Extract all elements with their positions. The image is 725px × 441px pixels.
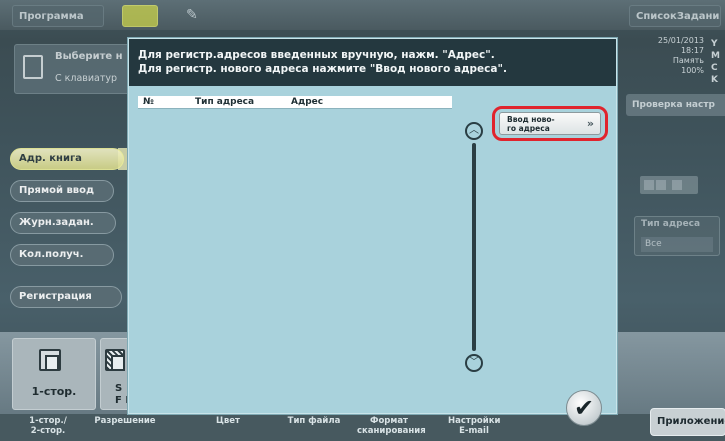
pencil-icon[interactable]: ✎ xyxy=(180,4,202,28)
program-tab[interactable]: Программа xyxy=(12,5,104,27)
top-bar: Программа ✎ СписокЗадания xyxy=(0,0,725,30)
new-address-dialog: Для регистр.адресов введенных вручную, н… xyxy=(128,38,617,414)
job-list-tab[interactable]: СписокЗадания xyxy=(629,5,721,27)
column-address-type: Тип адреса xyxy=(195,97,255,107)
tab-direct-input[interactable]: Прямой ввод xyxy=(10,180,114,202)
color-setting[interactable]: Цвет xyxy=(208,416,248,426)
double-chevron-right-icon: » xyxy=(586,117,594,130)
address-type-filter[interactable]: Тип адреса Все xyxy=(634,216,720,256)
dialog-message: Для регистр.адресов введенных вручную, н… xyxy=(129,39,616,86)
tab-address-book[interactable]: Адр. книга xyxy=(10,148,124,170)
column-number: № xyxy=(143,97,154,107)
simplex-tile[interactable]: 1-стор. xyxy=(12,338,96,410)
address-table-header: № Тип адреса Адрес xyxy=(138,96,452,109)
grid-view-icon xyxy=(644,180,654,190)
new-address-label: Ввод ново- го адреса xyxy=(507,115,555,133)
scroll-down-icon[interactable]: ﹀ xyxy=(465,354,483,372)
dialog-message-line-1: Для регистр.адресов введенных вручную, н… xyxy=(138,49,495,61)
simplex-label: 1-стор. xyxy=(31,385,77,398)
scroll-up-icon[interactable]: ︿ xyxy=(465,122,483,140)
toner-indicator: Y M C K xyxy=(711,38,720,86)
resolution-setting[interactable]: Разрешение xyxy=(92,416,158,426)
screen-header: Выберите н С клавиатур xyxy=(14,44,132,94)
column-address: Адрес xyxy=(291,97,324,107)
check-icon[interactable]: ✔ xyxy=(566,390,602,426)
file-type-setting[interactable]: Тип файла xyxy=(284,416,344,426)
mfp-screen: Программа ✎ СписокЗадания Выберите н С к… xyxy=(0,0,725,441)
applications-button[interactable]: Приложение xyxy=(650,408,725,436)
tab-recipient-count[interactable]: Кол.получ. xyxy=(10,244,114,266)
settings-bar: 1-стор./ 2-стор. Разрешение Цвет Тип фай… xyxy=(0,414,725,441)
resolution-icon xyxy=(105,349,125,371)
address-type-select[interactable]: Все xyxy=(641,237,713,252)
new-address-button[interactable]: Ввод ново- го адреса » xyxy=(499,112,601,135)
check-settings-button[interactable]: Проверка настр xyxy=(626,94,725,116)
prompt-text: Выберите н xyxy=(55,51,123,62)
document-icon[interactable] xyxy=(122,5,158,27)
dialog-message-line-2: Для регистр. нового адреса нажмите "Ввод… xyxy=(138,63,507,75)
source-text: С клавиатур xyxy=(55,73,118,84)
grid-view-icon xyxy=(656,180,666,190)
memory-value: 100% xyxy=(681,66,704,75)
view-toggle[interactable] xyxy=(640,176,698,194)
memory-label: Память xyxy=(672,56,704,65)
tab-job-log[interactable]: Журн.задан. xyxy=(10,212,116,234)
toner-c: C xyxy=(711,63,718,73)
list-view-icon xyxy=(672,180,682,190)
simplex-icon xyxy=(39,349,61,371)
address-type-label: Тип адреса xyxy=(641,219,701,229)
duplex-setting[interactable]: 1-стор./ 2-стор. xyxy=(26,416,70,436)
date-text: 25/01/2013 xyxy=(657,36,704,45)
toner-k: K xyxy=(711,75,719,85)
time-text: 18:17 xyxy=(680,46,704,55)
status-panel: 25/01/2013 18:17 Память 100% Y M C K xyxy=(630,36,722,92)
tab-registration[interactable]: Регистрация xyxy=(10,286,122,308)
scan-size-setting[interactable]: Формат сканирования xyxy=(357,416,426,436)
document-icon xyxy=(23,55,43,79)
toner-y: Y xyxy=(711,39,718,49)
scrollbar[interactable] xyxy=(472,143,476,351)
email-settings[interactable]: Настройки E-mail xyxy=(448,416,500,436)
toner-m: M xyxy=(711,51,720,61)
